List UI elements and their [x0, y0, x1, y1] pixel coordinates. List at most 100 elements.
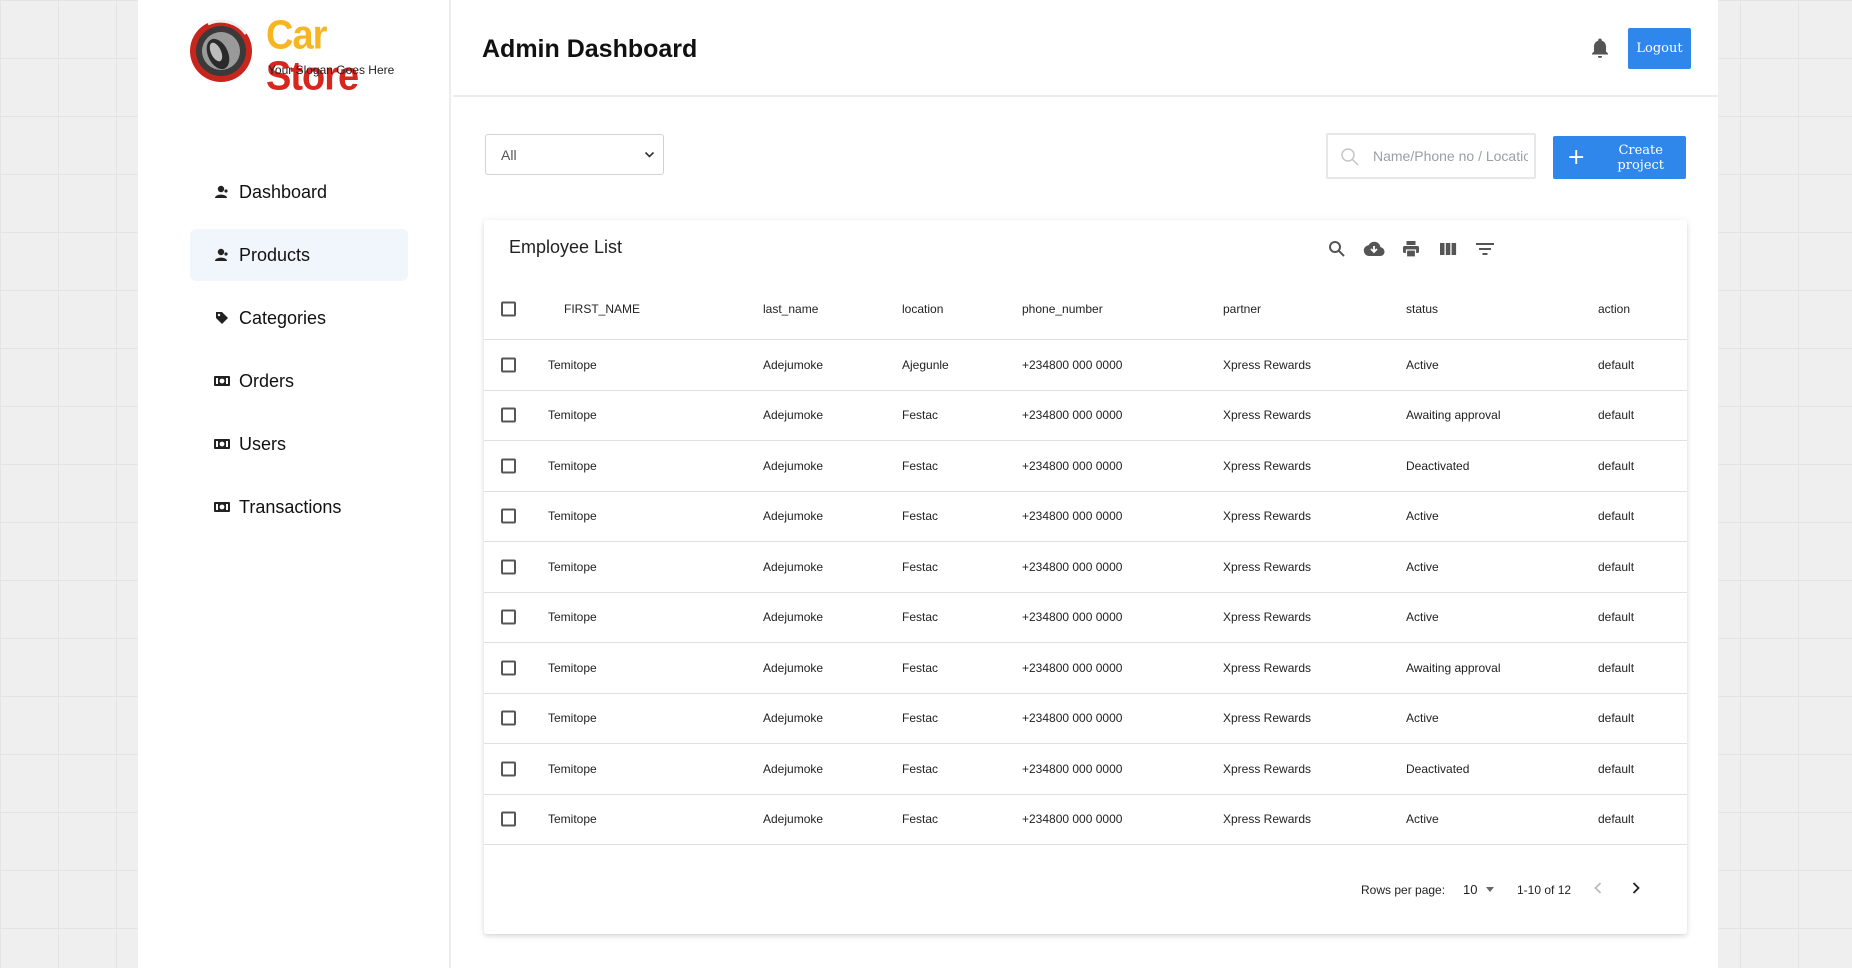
- first-name-cell: Temitope: [548, 660, 597, 675]
- sidebar-item-transactions[interactable]: Transactions: [190, 481, 408, 533]
- column-header[interactable]: phone_number: [1022, 302, 1103, 316]
- table-row[interactable]: Temitope Adejumoke Festac +234800 000 0000 X…: [484, 542, 1687, 593]
- location-cell: Festac: [902, 761, 939, 776]
- last-name-cell: Adejumoke: [763, 711, 824, 726]
- next-page-button[interactable]: [1624, 876, 1648, 900]
- sidebar-item-dashboard[interactable]: Dashboard: [190, 166, 408, 218]
- action-cell[interactable]: default: [1598, 610, 1634, 624]
- last-name-cell: Adejumoke: [763, 357, 824, 372]
- phone-number-cell: +234800 000 0000: [1022, 458, 1123, 473]
- last-name-cell: Adejumoke: [763, 458, 824, 473]
- column-header[interactable]: status: [1406, 302, 1438, 316]
- last-name-cell: Adejumoke: [763, 559, 824, 574]
- column-header[interactable]: action: [1598, 302, 1630, 316]
- table-row[interactable]: Temitope Adejumoke Festac +234800 000 0000 X…: [484, 643, 1687, 694]
- partner-cell: Xpress Rewards: [1223, 559, 1312, 574]
- view-columns-icon[interactable]: [1436, 237, 1460, 261]
- column-header[interactable]: location: [902, 302, 943, 316]
- action-cell[interactable]: default: [1598, 812, 1634, 826]
- partner-cell: Xpress Rewards: [1223, 357, 1312, 372]
- previous-page-button[interactable]: [1586, 876, 1610, 900]
- rows-per-page-select[interactable]: 10: [1463, 882, 1495, 897]
- logo-emblem-icon: [190, 19, 252, 82]
- action-cell[interactable]: default: [1598, 459, 1634, 473]
- partner-cell: Xpress Rewards: [1223, 761, 1312, 776]
- phone-number-cell: +234800 000 0000: [1022, 509, 1123, 524]
- column-header[interactable]: last_name: [763, 302, 818, 316]
- row-checkbox[interactable]: [501, 559, 516, 575]
- sidebar-item-products[interactable]: Products: [190, 229, 408, 281]
- partner-cell: Xpress Rewards: [1223, 610, 1312, 625]
- row-checkbox[interactable]: [501, 660, 516, 676]
- location-cell: Festac: [902, 408, 939, 423]
- status-filter-select[interactable]: All: [485, 134, 664, 175]
- location-cell: Festac: [902, 610, 939, 625]
- search-input[interactable]: [1373, 145, 1528, 167]
- chevron-right-icon: [1632, 882, 1640, 894]
- first-name-cell: Temitope: [548, 559, 597, 574]
- sidebar-item-orders[interactable]: Orders: [190, 355, 408, 407]
- search-icon: [1341, 148, 1359, 166]
- action-cell[interactable]: default: [1598, 509, 1634, 523]
- filter-list-icon[interactable]: [1473, 237, 1497, 261]
- partner-cell: Xpress Rewards: [1223, 660, 1312, 675]
- table-row[interactable]: Temitope Adejumoke Festac +234800 000 0000 X…: [484, 694, 1687, 744]
- partner-cell: Xpress Rewards: [1223, 509, 1312, 524]
- location-cell: Festac: [902, 660, 939, 675]
- column-header[interactable]: partner: [1223, 302, 1261, 316]
- table-row[interactable]: Temitope Adejumoke Festac +234800 000 0000 X…: [484, 391, 1687, 441]
- status-cell: Active: [1406, 509, 1439, 524]
- print-icon[interactable]: [1399, 237, 1423, 261]
- sidebar: Car Store Your Slogan Goes Here Dashboar…: [138, 0, 451, 968]
- table-row[interactable]: Temitope Adejumoke Ajegunle +234800 000 000…: [484, 340, 1687, 391]
- cloud-download-icon[interactable]: [1362, 237, 1386, 261]
- select-all-checkbox[interactable]: [501, 301, 516, 316]
- row-checkbox[interactable]: [501, 357, 516, 373]
- phone-number-cell: +234800 000 0000: [1022, 408, 1123, 423]
- location-cell: Festac: [902, 458, 939, 473]
- location-cell: Festac: [902, 812, 939, 827]
- user-icon: [214, 247, 230, 263]
- table-row[interactable]: Temitope Adejumoke Festac +234800 000 0000 X…: [484, 441, 1687, 492]
- search-icon[interactable]: [1325, 237, 1349, 261]
- employee-list-card: Employee List FIRST_NAME last_name locat…: [484, 220, 1687, 934]
- sidebar-item-label: Dashboard: [239, 181, 328, 202]
- action-cell[interactable]: default: [1598, 661, 1634, 675]
- last-name-cell: Adejumoke: [763, 812, 824, 827]
- row-checkbox[interactable]: [501, 609, 516, 625]
- row-checkbox[interactable]: [501, 508, 516, 524]
- table-row[interactable]: Temitope Adejumoke Festac +234800 000 0000 X…: [484, 593, 1687, 643]
- table-body: Temitope Adejumoke Ajegunle +234800 000 000…: [484, 340, 1687, 845]
- table-row[interactable]: Temitope Adejumoke Festac +234800 000 0000 X…: [484, 744, 1687, 795]
- column-header[interactable]: FIRST_NAME: [564, 302, 640, 316]
- row-checkbox[interactable]: [501, 407, 516, 423]
- app-shell: Car Store Your Slogan Goes Here Dashboar…: [138, 0, 1718, 968]
- main-content: Admin Dashboard Logout All + Create proj…: [453, 0, 1718, 968]
- phone-number-cell: +234800 000 0000: [1022, 357, 1123, 372]
- last-name-cell: Adejumoke: [763, 509, 824, 524]
- row-checkbox[interactable]: [501, 811, 516, 827]
- row-checkbox[interactable]: [501, 710, 516, 726]
- create-project-button[interactable]: + Create project: [1553, 136, 1686, 179]
- brand-logo[interactable]: Car Store Your Slogan Goes Here: [188, 14, 403, 97]
- action-cell[interactable]: default: [1598, 762, 1634, 776]
- sidebar-item-users[interactable]: Users: [190, 418, 408, 470]
- action-cell[interactable]: default: [1598, 711, 1634, 725]
- logout-button[interactable]: Logout: [1628, 28, 1691, 69]
- table-row[interactable]: Temitope Adejumoke Festac +234800 000 0000 X…: [484, 795, 1687, 845]
- row-checkbox[interactable]: [501, 458, 516, 474]
- bell-icon[interactable]: [1590, 37, 1610, 59]
- pagination-range: 1-10 of 12: [1517, 883, 1572, 897]
- table-pagination: Rows per page: 10 1-10 of 12: [484, 849, 1687, 934]
- location-cell: Festac: [902, 711, 939, 726]
- phone-number-cell: +234800 000 0000: [1022, 559, 1123, 574]
- search-field[interactable]: [1326, 133, 1536, 179]
- location-cell: Ajegunle: [902, 357, 949, 372]
- table-row[interactable]: Temitope Adejumoke Festac +234800 000 0000 X…: [484, 492, 1687, 542]
- action-cell[interactable]: default: [1598, 408, 1634, 422]
- sidebar-item-categories[interactable]: Categories: [190, 292, 408, 344]
- row-checkbox[interactable]: [501, 761, 516, 777]
- action-cell[interactable]: default: [1598, 560, 1634, 574]
- last-name-cell: Adejumoke: [763, 660, 824, 675]
- action-cell[interactable]: default: [1598, 358, 1634, 372]
